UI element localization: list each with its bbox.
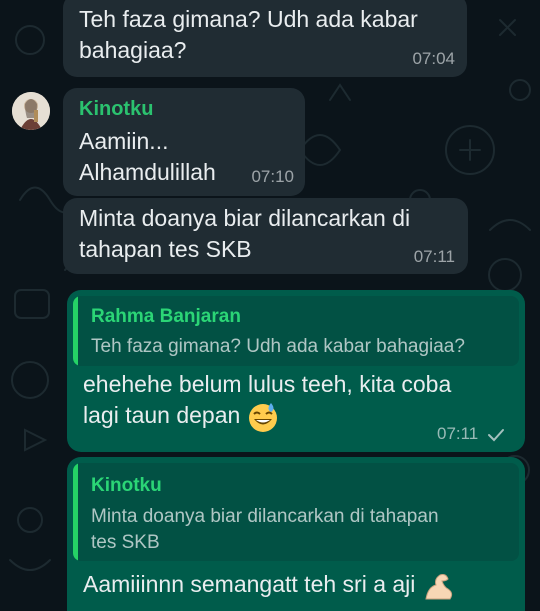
message-text: Teh faza gimana? Udh ada kabar bahagiaa? — [79, 4, 459, 66]
sender-avatar[interactable] — [12, 92, 50, 130]
quoted-text-line: Minta doanya biar dilancarkan di tahapan — [91, 506, 439, 527]
message-line: Teh faza gimana? Udh ada kabar — [79, 6, 418, 32]
quoted-sender-name: Kinotku — [91, 475, 162, 496]
message-line: ehehehe belum lulus teeh, kita coba — [83, 371, 452, 397]
message-time: 07:04 — [412, 49, 455, 68]
message-time: 07:10 — [251, 167, 294, 186]
sweat-smile-emoji-icon — [248, 402, 277, 432]
message-bubble-incoming[interactable]: Kinotku Aamiin... Alhamdulillah 07:10 — [63, 88, 305, 196]
message-time: 07:11 — [437, 424, 505, 444]
sender-name[interactable]: Kinotku — [79, 98, 153, 121]
message-line-text: lagi taun depan — [83, 402, 241, 428]
message-line: Minta doanya biar dilancarkan di — [79, 205, 411, 231]
message-bubble-incoming[interactable]: Minta doanya biar dilancarkan di tahapan… — [63, 198, 468, 274]
message-bubble-outgoing[interactable]: Rahma Banjaran Teh faza gimana? Udh ada … — [67, 290, 525, 452]
flexed-biceps-emoji-icon — [425, 574, 452, 600]
message-line: Aamiiinnn semangatt teh sri a aji — [83, 571, 416, 598]
quoted-text-line: tes SKB — [91, 532, 160, 553]
single-check-icon — [488, 428, 504, 441]
quoted-sender-name: Rahma Banjaran — [91, 306, 241, 327]
message-bubble-incoming[interactable]: Teh faza gimana? Udh ada kabar bahagiaa?… — [63, 0, 467, 77]
quote-accent-bar — [73, 463, 78, 561]
message-line: bahagiaa? — [79, 37, 187, 63]
quoted-text: Minta doanya biar dilancarkan di tahapan… — [91, 504, 439, 556]
quoted-text: Teh faza gimana? Udh ada kabar bahagiaa? — [91, 336, 465, 357]
message-bubble-outgoing[interactable]: Kinotku Minta doanya biar dilancarkan di… — [67, 457, 525, 611]
message-text: Aamiiinnn semangatt teh sri a aji — [83, 569, 513, 603]
quoted-message[interactable]: Kinotku Minta doanya biar dilancarkan di… — [73, 463, 519, 561]
message-text: Minta doanya biar dilancarkan di tahapan… — [79, 203, 464, 265]
message-line: Aamiin... — [79, 128, 169, 154]
profile-avatar-icon — [12, 92, 50, 130]
quoted-message[interactable]: Rahma Banjaran Teh faza gimana? Udh ada … — [73, 296, 519, 366]
message-line: tahapan tes SKB — [79, 236, 252, 262]
message-time: 07:11 — [413, 247, 455, 266]
message-time-text: 07:11 — [436, 424, 479, 443]
quote-accent-bar — [73, 296, 78, 366]
